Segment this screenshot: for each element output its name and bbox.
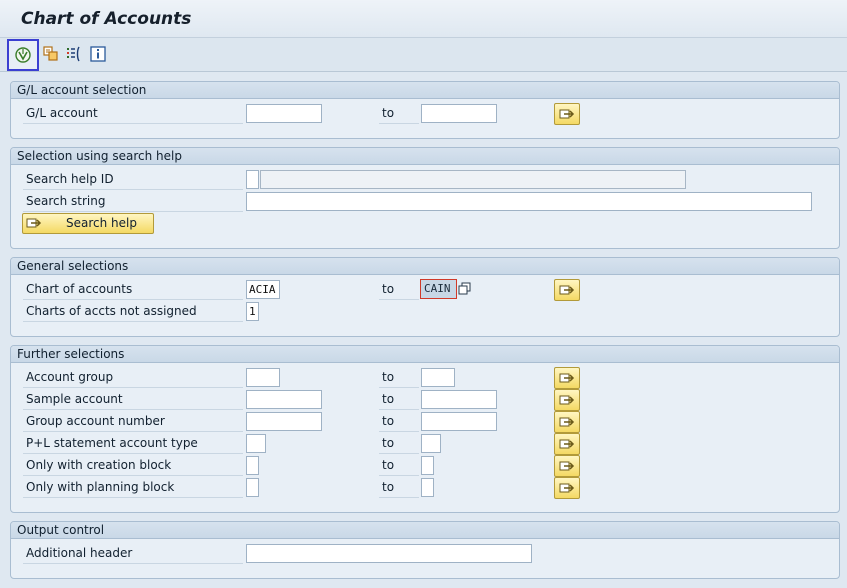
to-label: to [379,478,419,498]
planning-block-to-input[interactable] [421,478,434,497]
to-label: to [379,412,419,432]
additional-header-input[interactable] [246,544,532,563]
gl-account-from-input[interactable] [246,104,322,123]
arrow-right-icon [559,483,575,493]
to-label: to [379,456,419,476]
to-label: to [379,434,419,454]
group-account-number-label: Group account number [23,412,243,432]
pl-statement-account-type-from-input[interactable] [246,434,266,453]
info-icon [90,46,106,62]
gl-account-to-input[interactable] [421,104,497,123]
charts-not-assigned-input[interactable]: 1 [246,302,259,321]
multiple-selection-button[interactable] [554,411,580,433]
creation-block-label: Only with creation block [23,456,243,476]
planning-block-from-input[interactable] [246,478,259,497]
multiple-selection-button[interactable] [554,433,580,455]
multiple-selection-button[interactable] [554,455,580,477]
execute-button[interactable] [7,39,39,71]
group-account-number-from-input[interactable] [246,412,322,431]
arrow-right-icon [559,461,575,471]
multiple-selection-button[interactable] [554,367,580,389]
creation-block-from-input[interactable] [246,456,259,475]
group-heading: G/L account selection [11,82,839,99]
info-button[interactable] [86,42,110,66]
charts-not-assigned-label: Charts of accts not assigned [23,302,243,322]
group-heading: Further selections [11,346,839,363]
pl-statement-account-type-label: P+L statement account type [23,434,243,454]
get-variant-icon [43,46,58,61]
application-toolbar [0,38,847,72]
account-group-from-input[interactable] [246,368,280,387]
gl-account-selection-group: G/L account selection G/L account to [10,81,840,139]
chart-of-accounts-from-input[interactable]: ACIA [246,280,280,299]
multiple-selection-button[interactable] [554,103,580,125]
search-string-input[interactable] [246,192,812,211]
additional-header-label: Additional header [23,544,243,564]
general-selections-group: General selections Chart of accounts ACI… [10,257,840,337]
to-label: to [379,368,419,388]
arrow-right-icon [559,285,575,295]
output-control-group: Output control Additional header [10,521,840,579]
to-label: to [379,390,419,410]
search-help-id-input[interactable] [246,170,259,189]
further-selections-group: Further selections Account group to Samp… [10,345,840,513]
group-heading: General selections [11,258,839,275]
gl-account-label: G/L account [23,104,243,124]
search-help-group: Selection using search help Search help … [10,147,840,249]
arrow-right-icon [559,373,575,383]
copy-icon[interactable] [458,282,472,296]
to-label: to [379,104,419,124]
group-heading: Selection using search help [11,148,839,165]
execute-icon [15,47,31,63]
sample-account-label: Sample account [23,390,243,410]
title-bar: Chart of Accounts [0,0,847,38]
account-group-label: Account group [23,368,243,388]
planning-block-label: Only with planning block [23,478,243,498]
pl-statement-account-type-to-input[interactable] [421,434,441,453]
sample-account-from-input[interactable] [246,390,322,409]
arrow-right-icon [559,439,575,449]
arrow-right-icon [559,395,575,405]
creation-block-to-input[interactable] [421,456,434,475]
multiple-selection-button[interactable] [554,477,580,499]
selection-options-icon [67,46,80,62]
chart-of-accounts-label: Chart of accounts [23,280,243,300]
multiple-selection-button[interactable] [554,279,580,301]
page-title: Chart of Accounts [21,9,192,29]
to-label: to [379,280,419,300]
sample-account-to-input[interactable] [421,390,497,409]
search-string-label: Search string [23,192,243,212]
chart-of-accounts-to-input[interactable]: CAIN [420,279,457,299]
arrow-right-icon [559,417,575,427]
search-help-button-label: Search help [66,216,137,230]
search-help-id-label: Search help ID [23,170,243,190]
selection-options-button[interactable] [62,42,86,66]
arrow-right-icon [559,109,575,119]
search-help-description-field [260,170,686,189]
group-heading: Output control [11,522,839,539]
group-account-number-to-input[interactable] [421,412,497,431]
get-variant-button[interactable] [39,42,63,66]
multiple-selection-button[interactable] [554,389,580,411]
arrow-right-icon [26,218,42,228]
account-group-to-input[interactable] [421,368,455,387]
search-help-button[interactable]: Search help [22,213,154,234]
